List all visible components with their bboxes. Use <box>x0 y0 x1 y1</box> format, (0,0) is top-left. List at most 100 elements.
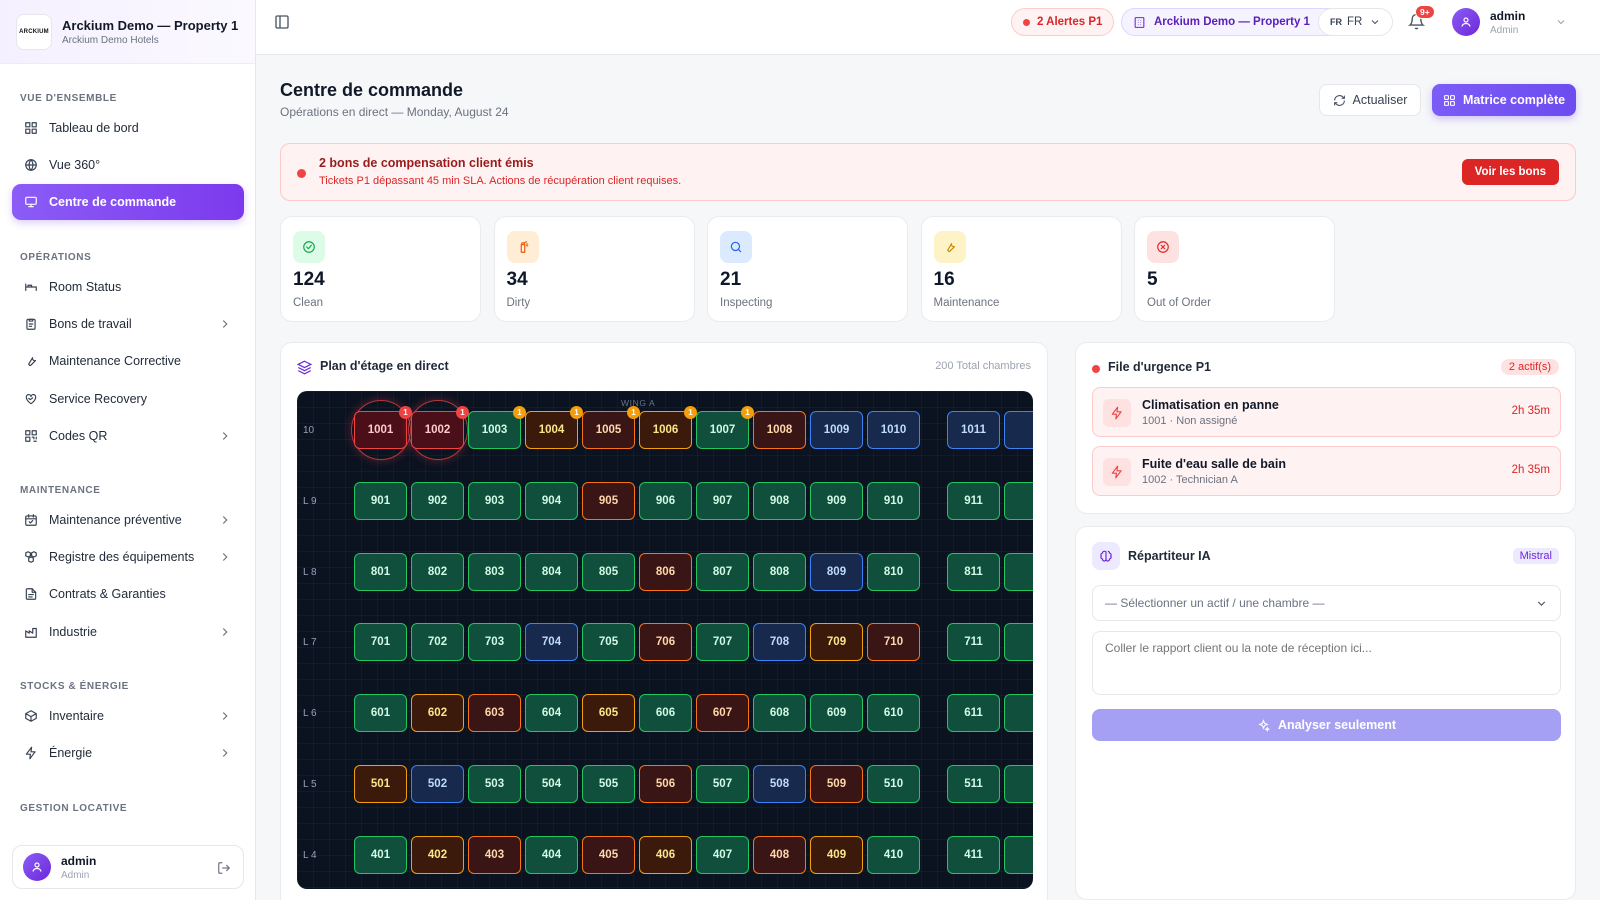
room-tile[interactable]: 902 <box>411 481 464 520</box>
room-tile[interactable]: 807 <box>696 552 749 591</box>
room-tile-partial[interactable] <box>1004 694 1033 733</box>
room-tile[interactable]: 607 <box>696 694 749 733</box>
sidebar-item-room-status[interactable]: Room Status <box>12 269 244 305</box>
room-tile[interactable]: 801 <box>354 552 407 591</box>
room-tile[interactable]: 611 <box>947 694 1000 733</box>
room-tile[interactable]: 709 <box>810 623 863 662</box>
room-tile[interactable]: 403 <box>468 835 521 874</box>
room-tile[interactable]: 505 <box>582 765 635 803</box>
room-tile[interactable]: 811 <box>947 552 1000 591</box>
room-tile[interactable]: 905 <box>582 481 635 520</box>
room-tile-partial[interactable] <box>1004 765 1033 803</box>
room-tile[interactable]: 804 <box>525 552 578 591</box>
room-tile[interactable]: 911 <box>947 481 1000 520</box>
sidebar-item-inventaire[interactable]: Inventaire <box>12 698 244 734</box>
room-tile[interactable]: 908 <box>753 481 806 520</box>
room-tile[interactable]: 1003 1 <box>468 406 526 449</box>
room-tile[interactable]: 501 <box>354 765 407 803</box>
room-tile[interactable]: 802 <box>411 552 464 591</box>
room-tile[interactable]: 408 <box>753 835 806 874</box>
sidebar-item-registre-des-equipements[interactable]: Registre des équipements <box>12 539 244 575</box>
room-tile[interactable]: 1001 1 <box>354 406 412 449</box>
room-tile[interactable]: 401 <box>354 835 407 874</box>
stat-card-dirty[interactable]: 34 Dirty <box>493 216 695 322</box>
room-tile-partial[interactable] <box>1004 623 1033 662</box>
sidebar-item-service-recovery[interactable]: Service Recovery <box>12 381 244 417</box>
room-tile[interactable]: 703 <box>468 623 521 662</box>
stat-card-out-of-order[interactable]: 5 Out of Order <box>1134 216 1335 322</box>
room-tile[interactable]: 509 <box>810 765 863 803</box>
room-tile[interactable]: 601 <box>354 694 407 733</box>
sidebar-item-maintenance-preventive[interactable]: Maintenance préventive <box>12 502 244 538</box>
room-tile[interactable]: 603 <box>468 694 521 733</box>
user-menu[interactable]: admin Admin <box>1452 8 1567 36</box>
sidebar-item-contrats-garanties[interactable]: Contrats & Garanties <box>12 576 244 612</box>
room-tile[interactable]: 604 <box>525 694 578 733</box>
room-tile[interactable]: 508 <box>753 765 806 803</box>
refresh-button[interactable]: Actualiser <box>1319 84 1421 116</box>
room-tile[interactable]: 410 <box>867 835 920 874</box>
sidebar-item-industrie[interactable]: Industrie <box>12 614 244 650</box>
room-tile[interactable]: 405 <box>582 835 635 874</box>
room-tile[interactable]: 701 <box>354 623 407 662</box>
room-tile[interactable]: 609 <box>810 694 863 733</box>
view-vouchers-button[interactable]: Voir les bons <box>1461 159 1559 185</box>
room-tile[interactable]: 704 <box>525 623 578 662</box>
room-tile[interactable]: 606 <box>639 694 692 733</box>
room-tile[interactable]: 806 <box>639 552 692 591</box>
room-tile[interactable]: 411 <box>947 835 1000 874</box>
room-tile[interactable]: 906 <box>639 481 692 520</box>
room-tile[interactable]: 507 <box>696 765 749 803</box>
room-tile[interactable]: 504 <box>525 765 578 803</box>
sidebar-user-card[interactable]: admin Admin <box>12 845 244 889</box>
room-tile[interactable]: 805 <box>582 552 635 591</box>
room-tile[interactable]: 1007 1 <box>696 406 754 449</box>
room-tile[interactable]: 503 <box>468 765 521 803</box>
room-tile[interactable]: 406 <box>639 835 692 874</box>
room-tile[interactable]: 409 <box>810 835 863 874</box>
urgent-ticket[interactable]: Fuite d'eau salle de bain 1002 · Technic… <box>1092 446 1561 496</box>
room-tile[interactable]: 404 <box>525 835 578 874</box>
room-tile[interactable]: 705 <box>582 623 635 662</box>
room-tile[interactable]: 803 <box>468 552 521 591</box>
full-matrix-button[interactable]: Matrice complète <box>1432 84 1576 116</box>
language-selector[interactable]: FR FR <box>1318 8 1394 36</box>
room-tile[interactable]: 1004 1 <box>525 406 583 449</box>
sidebar-item-centre-de-commande[interactable]: Centre de commande <box>12 184 244 221</box>
sidebar-item-vue-360[interactable]: Vue 360° <box>12 147 244 183</box>
room-tile[interactable]: 407 <box>696 835 749 874</box>
room-tile[interactable]: 909 <box>810 481 863 520</box>
sidebar-toggle-icon[interactable] <box>274 14 290 30</box>
p1-alerts-button[interactable]: 2 Alertes P1 <box>1011 8 1115 36</box>
room-tile[interactable]: 1009 <box>810 411 863 449</box>
room-tile-partial[interactable] <box>1004 411 1033 449</box>
stat-card-maintenance[interactable]: 16 Maintenance <box>920 216 1122 322</box>
room-tile[interactable]: 710 <box>867 623 920 662</box>
room-tile[interactable]: 708 <box>753 623 806 662</box>
room-tile[interactable]: 402 <box>411 835 464 874</box>
room-tile[interactable]: 610 <box>867 694 920 733</box>
room-tile[interactable]: 1011 <box>947 411 1000 449</box>
room-tile-partial[interactable] <box>1004 481 1033 520</box>
stat-card-clean[interactable]: 124 Clean <box>280 216 481 322</box>
urgent-ticket[interactable]: Climatisation en panne 1001 · Non assign… <box>1092 387 1561 437</box>
room-tile[interactable]: 502 <box>411 765 464 803</box>
room-tile[interactable]: 903 <box>468 481 521 520</box>
room-tile[interactable]: 605 <box>582 694 635 733</box>
room-tile[interactable]: 808 <box>753 552 806 591</box>
room-tile[interactable]: 706 <box>639 623 692 662</box>
room-tile-partial[interactable] <box>1004 552 1033 591</box>
room-tile[interactable]: 1005 1 <box>582 406 640 449</box>
logout-icon[interactable] <box>217 861 231 875</box>
notifications-button[interactable]: 9+ <box>1408 5 1435 30</box>
brand-header[interactable]: ARCKIUM Arckium Demo — Property 1 Arckiu… <box>0 0 255 64</box>
room-tile[interactable]: 711 <box>947 623 1000 662</box>
sidebar-item-codes-qr[interactable]: Codes QR <box>12 418 244 454</box>
room-tile[interactable]: 510 <box>867 765 920 803</box>
room-tile[interactable]: 602 <box>411 694 464 733</box>
room-tile-partial[interactable] <box>1004 835 1033 874</box>
room-tile[interactable]: 1008 <box>753 411 806 449</box>
room-tile[interactable]: 809 <box>810 552 863 591</box>
room-tile[interactable]: 810 <box>867 552 920 591</box>
client-report-textarea[interactable] <box>1092 631 1561 695</box>
